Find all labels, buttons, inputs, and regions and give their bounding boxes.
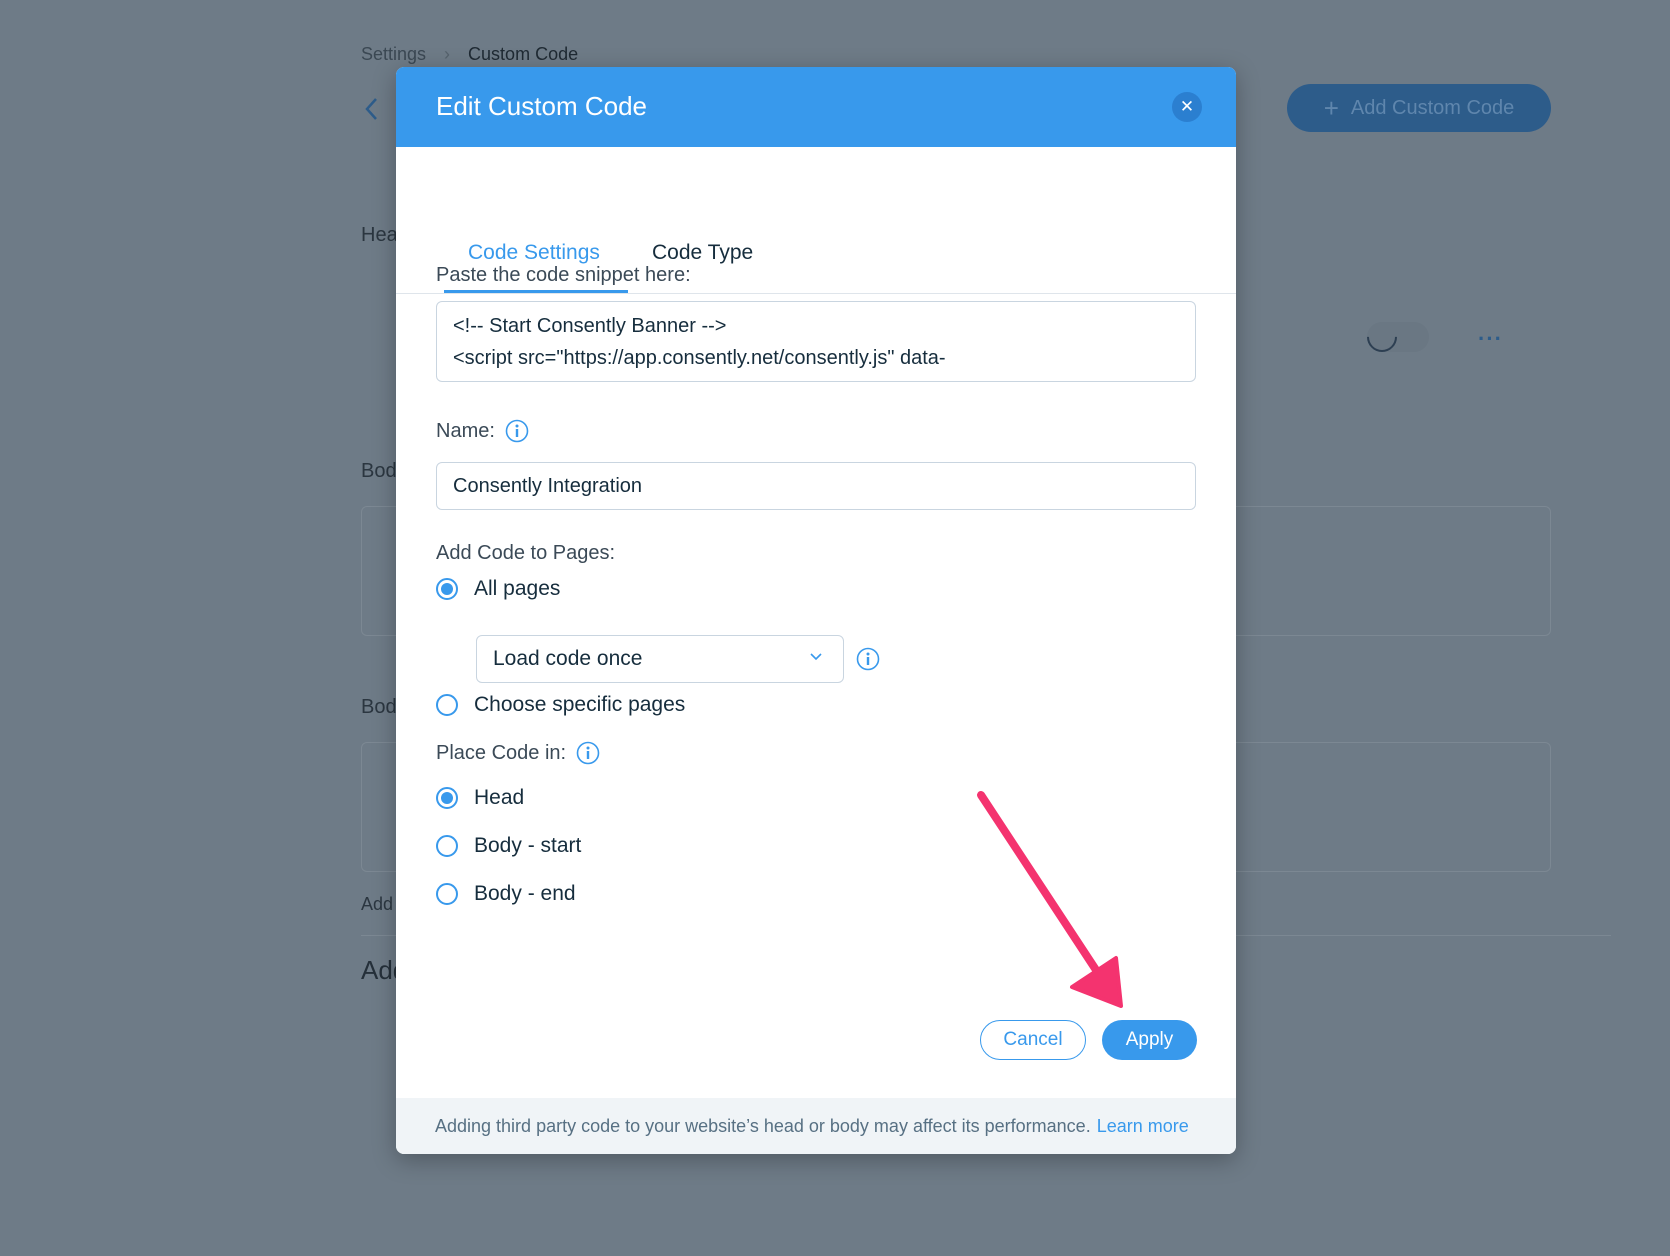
bg-section-label-head: Hea — [361, 224, 398, 246]
breadcrumb-separator-icon: › — [444, 44, 451, 64]
modal-header: Edit Custom Code ✕ — [396, 67, 1236, 147]
radio-button[interactable] — [436, 694, 458, 716]
name-label-row: Name: — [436, 419, 529, 443]
active-tab-indicator — [444, 290, 628, 293]
modal-footer: Adding third party code to your website’… — [396, 1098, 1236, 1154]
radio-button-checked[interactable] — [436, 578, 458, 600]
bg-section-label-body-start: Bod — [361, 460, 397, 482]
load-mode-select[interactable]: Load code once — [476, 635, 844, 683]
radio-button[interactable] — [436, 835, 458, 857]
name-input[interactable]: Consently Integration — [436, 462, 1196, 510]
code-line: <script src="https://app.consently.net/c… — [453, 347, 946, 369]
info-icon[interactable] — [856, 647, 880, 671]
close-icon: ✕ — [1179, 97, 1195, 116]
info-icon[interactable] — [505, 419, 529, 443]
modal-title: Edit Custom Code — [436, 91, 647, 121]
plus-icon: + — [1323, 93, 1339, 123]
bg-add-link[interactable]: Add — [361, 894, 393, 915]
radio-specific-pages[interactable]: Choose specific pages — [436, 693, 685, 717]
edit-custom-code-modal: Edit Custom Code ✕ Code Settings Code Ty… — [396, 67, 1236, 1154]
placement-label: Place Code in: — [436, 741, 567, 764]
code-line: <!-- Start Consently Banner --> — [453, 315, 727, 337]
radio-body-start[interactable]: Body - start — [436, 834, 581, 858]
close-button[interactable]: ✕ — [1172, 92, 1202, 122]
breadcrumb-settings[interactable]: Settings — [361, 44, 426, 65]
cancel-button[interactable]: Cancel — [980, 1020, 1086, 1060]
name-label: Name: — [436, 419, 495, 442]
tab-code-settings[interactable]: Code Settings — [468, 241, 600, 265]
info-icon[interactable] — [576, 741, 600, 765]
toggle-knob — [1360, 315, 1404, 359]
breadcrumb: Settings › Custom Code — [361, 44, 578, 65]
add-custom-code-label: Add Custom Code — [1350, 96, 1515, 119]
radio-label: Choose specific pages — [474, 693, 686, 716]
apply-button[interactable]: Apply — [1102, 1020, 1197, 1060]
footer-text: Adding third party code to your website’… — [435, 1115, 1091, 1136]
load-mode-value: Load code once — [493, 647, 643, 670]
tab-code-type[interactable]: Code Type — [652, 241, 753, 265]
breadcrumb-current: Custom Code — [468, 44, 579, 64]
chevron-left-icon[interactable] — [360, 94, 384, 124]
chevron-down-icon — [810, 653, 822, 661]
radio-label: Body - start — [474, 834, 582, 857]
radio-head[interactable]: Head — [436, 786, 524, 810]
radio-label: Body - end — [474, 882, 576, 905]
code-snippet-textarea[interactable]: <!-- Start Consently Banner --> <script … — [436, 301, 1196, 382]
add-custom-code-button[interactable]: + Add Custom Code — [1287, 84, 1551, 132]
radio-body-end[interactable]: Body - end — [436, 882, 576, 906]
radio-label: Head — [474, 786, 525, 809]
bg-toggle[interactable] — [1360, 315, 1429, 359]
placement-label-row: Place Code in: — [436, 741, 600, 765]
pages-label: Add Code to Pages: — [436, 542, 616, 564]
radio-button-checked[interactable] — [436, 787, 458, 809]
more-options-icon[interactable]: ··· — [1478, 326, 1503, 352]
code-line-overflow: ▬▬▬▬▬▬▬▬▬▬▬▬▬▬▬▬▬ — [453, 374, 1179, 381]
learn-more-link[interactable]: Learn more — [1097, 1116, 1189, 1137]
snippet-label: Paste the code snippet here: — [436, 264, 691, 286]
radio-button[interactable] — [436, 883, 458, 905]
bg-section-label-body-end: Bod — [361, 696, 397, 718]
radio-all-pages[interactable]: All pages — [436, 577, 560, 601]
radio-label: All pages — [474, 577, 561, 600]
